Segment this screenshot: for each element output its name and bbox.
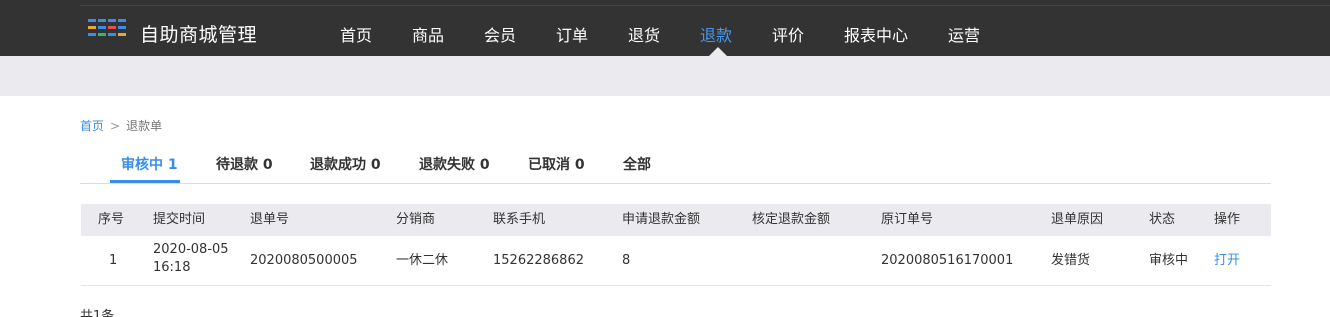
cell-distributor: 一休二休: [396, 253, 449, 268]
cell-order-no: 2020080516170001: [881, 253, 1014, 268]
tab-refund-failed[interactable]: 退款失败 0: [419, 155, 490, 175]
column-header-phone: 联系手机: [493, 212, 546, 227]
active-tab-underline: [110, 180, 180, 183]
sub-navigation-bar: [0, 56, 1330, 96]
cell-index: 1: [109, 253, 118, 268]
status-tabs: 审核中 1 待退款 0 退款成功 0 退款失败 0 已取消 0 全部: [80, 150, 1271, 184]
nav-item-reviews[interactable]: 评价: [772, 25, 804, 47]
breadcrumb-home-link[interactable]: 首页: [80, 119, 104, 133]
nav-item-home[interactable]: 首页: [340, 25, 372, 47]
column-header-order-no: 原订单号: [881, 212, 934, 227]
breadcrumb-current: 退款单: [126, 119, 163, 133]
column-header-action: 操作: [1214, 212, 1241, 227]
column-header-approved-amount: 核定退款金额: [752, 212, 831, 227]
cell-phone: 15262286862: [493, 253, 584, 268]
cell-submit-time: 2020-08-05 16:18: [153, 241, 229, 277]
table-header: 序号 提交时间 退单号 分销商 联系手机 申请退款金额 核定退款金额 原订单号 …: [81, 204, 1271, 236]
column-header-index: 序号: [98, 212, 125, 227]
column-header-refund-no: 退单号: [250, 212, 290, 227]
tab-all[interactable]: 全部: [623, 155, 651, 175]
column-header-reason: 退单原因: [1051, 212, 1104, 227]
topbar-divider: [80, 5, 1330, 6]
total-count: 共1条: [80, 309, 115, 317]
nav-item-reports[interactable]: 报表中心: [844, 25, 908, 47]
column-header-apply-amount: 申请退款金额: [622, 212, 701, 227]
column-header-status: 状态: [1149, 212, 1176, 227]
breadcrumb: 首页 > 退款单: [80, 118, 162, 134]
app-brand-title: 自助商城管理: [140, 24, 258, 46]
cell-apply-amount: 8: [622, 253, 631, 268]
top-navigation-bar: 自助商城管理 首页 商品 会员 订单 退货 退款 评价 报表中心 运营: [0, 0, 1330, 56]
tab-reviewing[interactable]: 审核中 1: [121, 155, 178, 175]
cell-status: 审核中: [1149, 253, 1189, 268]
nav-item-refunds[interactable]: 退款: [700, 25, 732, 47]
active-nav-caret-icon: [709, 47, 727, 56]
nav-item-orders[interactable]: 订单: [556, 25, 588, 47]
table-row: 1 2020-08-05 16:18 2020080500005 一休二休 15…: [81, 236, 1271, 286]
column-header-submit-time: 提交时间: [153, 212, 206, 227]
cell-refund-no: 2020080500005: [250, 253, 358, 268]
open-refund-link[interactable]: 打开: [1214, 252, 1240, 270]
tab-refund-success[interactable]: 退款成功 0: [310, 155, 381, 175]
cell-reason: 发错货: [1051, 253, 1091, 268]
nav-item-operations[interactable]: 运营: [948, 25, 980, 47]
nav-item-products[interactable]: 商品: [412, 25, 444, 47]
column-header-distributor: 分销商: [396, 212, 436, 227]
tab-pending-refund[interactable]: 待退款 0: [216, 155, 273, 175]
app-logo-icon: [88, 19, 126, 39]
nav-item-returns[interactable]: 退货: [628, 25, 660, 47]
cell-submit-date: 2020-08-05: [153, 242, 229, 257]
breadcrumb-separator: >: [110, 119, 121, 133]
cell-submit-clock: 16:18: [153, 260, 191, 275]
tab-cancelled[interactable]: 已取消 0: [528, 155, 585, 175]
nav-item-members[interactable]: 会员: [484, 25, 516, 47]
